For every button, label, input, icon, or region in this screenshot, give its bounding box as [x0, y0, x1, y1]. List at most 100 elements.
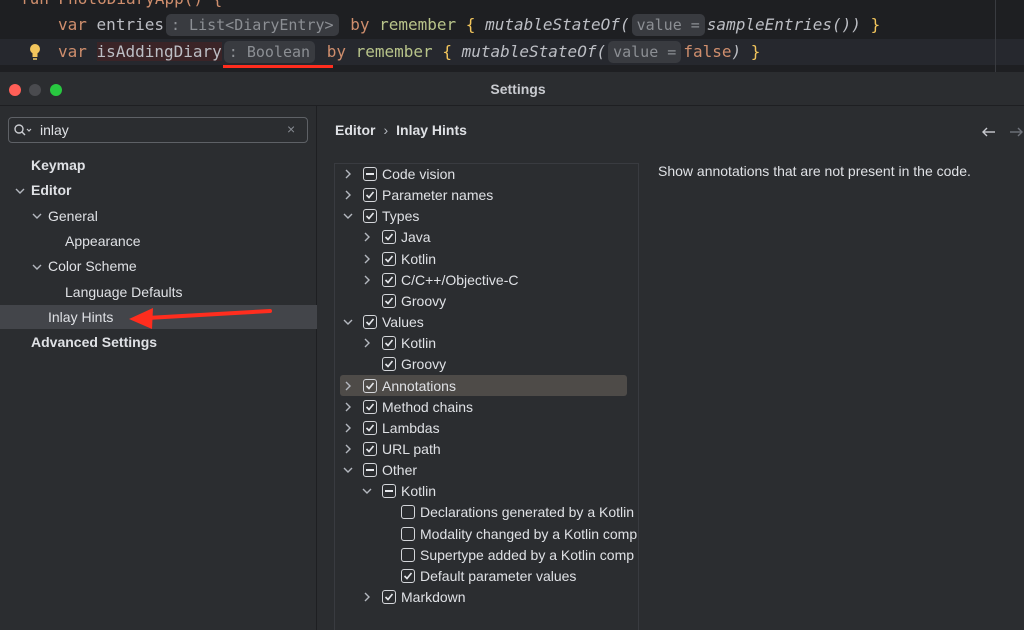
param-inlay-hint[interactable]: value =	[631, 14, 705, 36]
hint-tree-item[interactable]: Declarations generated by a Kotlin	[420, 502, 634, 523]
keyword: by	[326, 42, 346, 61]
checkbox-icon[interactable]	[382, 357, 396, 372]
highlight-underline	[223, 65, 333, 68]
hint-tree-item[interactable]: Code vision	[382, 164, 455, 185]
checkbox-icon[interactable]	[382, 272, 396, 287]
checkbox-icon[interactable]	[382, 293, 396, 308]
checkbox-icon[interactable]	[363, 441, 377, 456]
chevron-right-icon[interactable]	[343, 423, 353, 433]
hint-tree-item[interactable]: Java	[401, 227, 431, 248]
checkbox-icon[interactable]	[401, 526, 415, 541]
hint-tree-item[interactable]: Groovy	[401, 291, 446, 312]
back-arrow-icon[interactable]	[981, 124, 997, 140]
code-line-function: fun PhotoDiaryApp() {	[0, 0, 1024, 12]
checkbox-icon[interactable]	[382, 590, 396, 604]
sidebar-item-general[interactable]: General	[48, 204, 98, 228]
keyword: var	[58, 42, 87, 61]
chevron-down-icon[interactable]	[15, 186, 25, 196]
checkbox-icon[interactable]	[363, 315, 377, 330]
search-value: inlay	[40, 122, 69, 138]
chevron-right-icon[interactable]	[343, 169, 353, 179]
code-editor[interactable]: fun PhotoDiaryApp() { var entries: List<…	[0, 0, 1024, 72]
hint-tree-item[interactable]: Other	[382, 460, 417, 481]
sidebar-item-advanced-settings[interactable]: Advanced Settings	[31, 330, 157, 354]
sidebar-item-color-scheme[interactable]: Color Scheme	[48, 254, 137, 278]
brace: {	[465, 15, 476, 34]
code-line-is-adding[interactable]: var isAddingDiary: Boolean by remember {…	[0, 39, 1024, 65]
hint-tree-item[interactable]: Values	[382, 312, 424, 333]
checkbox-icon[interactable]	[363, 209, 377, 224]
chevron-right-icon[interactable]	[362, 232, 372, 242]
code-line-entries[interactable]: var entries: List<DiaryEntry> by remembe…	[0, 12, 1024, 38]
function-call: mutableStateOf(	[461, 42, 607, 61]
chevron-right-icon[interactable]	[343, 381, 353, 391]
window-title: Settings	[490, 81, 546, 97]
forward-arrow-icon[interactable]	[1008, 124, 1024, 140]
hint-tree-item[interactable]: Groovy	[401, 354, 446, 375]
sidebar-item-editor[interactable]: Editor	[31, 178, 71, 202]
breadcrumb-separator: ›	[383, 122, 389, 138]
hint-tree-item[interactable]: Supertype added by a Kotlin comp	[420, 545, 634, 566]
chevron-down-icon[interactable]	[32, 211, 42, 221]
variable-name: isAddingDiary	[96, 42, 222, 61]
chevron-down-icon[interactable]	[343, 211, 353, 221]
checkbox-icon[interactable]	[382, 230, 396, 245]
checkbox-icon[interactable]	[363, 463, 377, 478]
hint-tree-item[interactable]: Kotlin	[401, 333, 436, 354]
chevron-down-icon[interactable]	[362, 486, 372, 496]
chevron-down-icon[interactable]	[32, 262, 42, 272]
variable-name: entries	[96, 15, 164, 34]
hint-tree-item[interactable]: Default parameter values	[420, 566, 576, 587]
sidebar-item-keymap[interactable]: Keymap	[31, 153, 85, 177]
checkbox-icon[interactable]	[401, 547, 415, 562]
chevron-right-icon[interactable]	[362, 338, 372, 348]
chevron-right-icon[interactable]	[362, 275, 372, 285]
brace: }	[750, 42, 761, 61]
checkbox-icon[interactable]	[363, 420, 377, 435]
sidebar-item-appearance[interactable]: Appearance	[65, 229, 141, 253]
breadcrumb-parent[interactable]: Editor	[335, 122, 375, 138]
chevron-down-icon[interactable]	[343, 465, 353, 475]
checkbox-icon[interactable]	[382, 484, 396, 499]
checkbox-icon[interactable]	[363, 378, 377, 393]
hint-tree-item[interactable]: Parameter names	[382, 185, 493, 206]
hint-tree-item[interactable]: Kotlin	[401, 481, 436, 502]
chevron-right-icon[interactable]	[362, 592, 372, 602]
hint-tree-item[interactable]: Method chains	[382, 397, 473, 418]
function-name: remember	[379, 15, 457, 34]
checkbox-icon[interactable]	[382, 336, 396, 351]
chevron-right-icon[interactable]	[343, 402, 353, 412]
function-call: mutableStateOf(	[485, 15, 630, 34]
hint-tree-item[interactable]: URL path	[382, 439, 441, 460]
chevron-right-icon[interactable]	[343, 190, 353, 200]
brace: }	[870, 15, 881, 34]
red-arrow-annotation	[129, 308, 272, 329]
hint-tree-item[interactable]: Lambdas	[382, 418, 440, 439]
type-inlay-hint[interactable]: : List<DiaryEntry>	[165, 14, 339, 36]
checkbox-icon[interactable]	[363, 399, 377, 414]
brace: {	[442, 42, 452, 61]
type-inlay-hint[interactable]: : Boolean	[223, 41, 316, 63]
hint-tree-item[interactable]: C/C++/Objective-C	[401, 270, 518, 291]
checkbox-icon[interactable]	[363, 188, 377, 203]
hint-tree-item[interactable]: Kotlin	[401, 249, 436, 270]
keyword: var	[58, 15, 87, 34]
checkbox-icon[interactable]	[401, 568, 415, 583]
sidebar-item-language-defaults[interactable]: Language Defaults	[65, 280, 183, 304]
hint-tree-item[interactable]: Markdown	[401, 587, 466, 608]
hint-tree-item[interactable]: Types	[382, 206, 419, 227]
hint-tree-item[interactable]: Annotations	[382, 376, 456, 397]
search-clear-button[interactable]: ×	[287, 121, 295, 137]
chevron-right-icon[interactable]	[343, 444, 353, 454]
function-name: remember	[355, 42, 433, 61]
code-text: fun PhotoDiaryApp() {	[20, 0, 222, 12]
lightbulb-icon[interactable]	[28, 43, 42, 61]
hint-tree-item[interactable]: Modality changed by a Kotlin comp	[420, 524, 637, 545]
checkbox-icon[interactable]	[382, 251, 396, 266]
breadcrumb: Editor › Inlay Hints	[335, 122, 467, 138]
checkbox-icon[interactable]	[401, 505, 415, 520]
param-inlay-hint[interactable]: value =	[608, 41, 682, 63]
chevron-right-icon[interactable]	[362, 254, 372, 264]
checkbox-icon[interactable]	[363, 167, 377, 181]
chevron-down-icon[interactable]	[343, 317, 353, 327]
